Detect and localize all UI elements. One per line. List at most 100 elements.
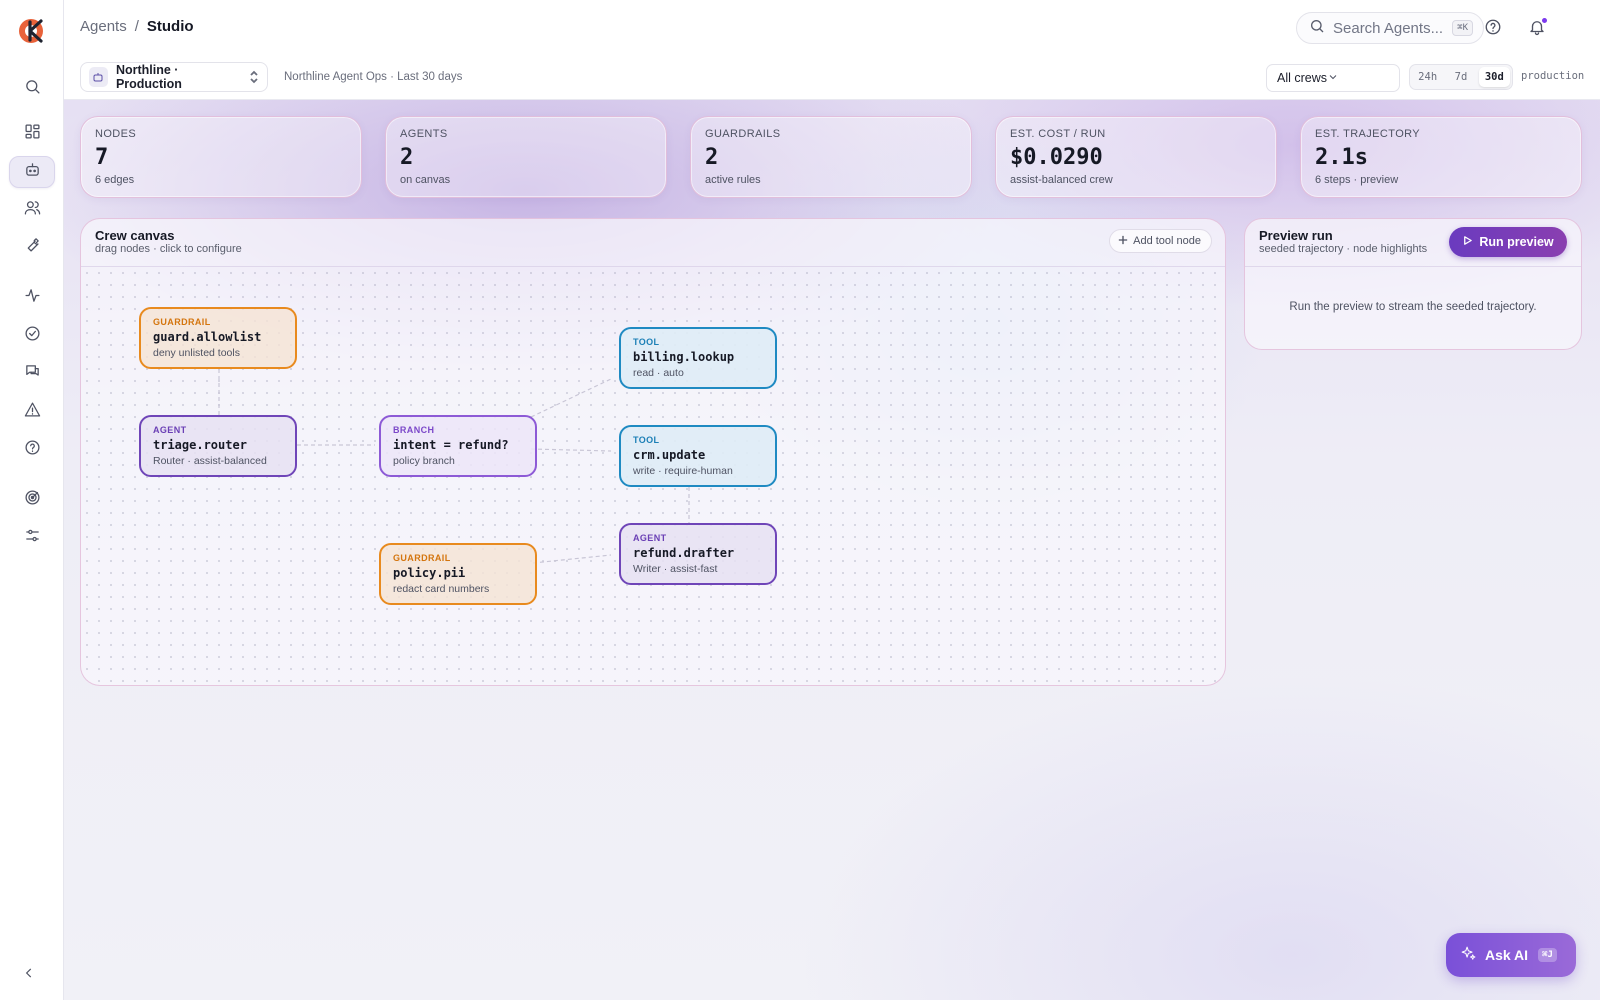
help-button[interactable]: [1484, 18, 1504, 38]
node-kind: GUARDRAIL: [393, 553, 451, 563]
breadcrumb-separator: /: [134, 18, 139, 35]
notifications-button[interactable]: [1528, 17, 1548, 40]
search-shortcut: ⌘K: [1452, 20, 1473, 36]
stat-sub: 6 edges: [95, 174, 135, 186]
node-desc: read · auto: [633, 367, 684, 379]
add-tool-node-label: Add tool node: [1133, 235, 1201, 247]
help-circle-icon: [24, 439, 41, 461]
node-triage-router[interactable]: AGENT triage.router Router · assist-bala…: [139, 415, 297, 477]
node-billing-lookup[interactable]: TOOL billing.lookup read · auto: [619, 327, 777, 389]
stat-value: $0.0290: [1010, 145, 1103, 170]
stat-label: EST. TRAJECTORY: [1315, 128, 1421, 140]
dashboard-icon: [24, 123, 41, 145]
stat-card-nodes: NODES 7 6 edges: [80, 116, 362, 198]
workspace-bar: Northline · Production Northline Agent O…: [64, 56, 1600, 100]
wrench-icon: [24, 236, 41, 258]
stat-sub: assist-balanced crew: [1010, 174, 1113, 186]
node-crm-update[interactable]: TOOL crm.update write · require-human: [619, 425, 777, 487]
stat-label: AGENTS: [400, 128, 448, 140]
nav-agents[interactable]: [9, 156, 55, 188]
check-circle-icon: [24, 325, 41, 347]
nav-search[interactable]: [9, 73, 55, 105]
stat-card-agents: AGENTS 2 on canvas: [385, 116, 667, 198]
nav-incidents[interactable]: [9, 396, 55, 428]
ask-ai-shortcut: ⌘J: [1538, 948, 1557, 962]
users-icon: [24, 199, 41, 221]
canvas-grid[interactable]: GUARDRAIL guard.allowlist deny unlisted …: [81, 267, 1225, 685]
run-preview-label: Run preview: [1479, 235, 1554, 249]
sliders-icon: [24, 527, 41, 549]
range-24h-button[interactable]: 24h: [1412, 67, 1443, 87]
chat-icon: [24, 363, 41, 385]
crew-select[interactable]: All crews: [1266, 64, 1400, 92]
search-icon: [1309, 18, 1325, 38]
node-intent-refund[interactable]: BRANCH intent = refund? policy branch: [379, 415, 537, 477]
edge-pii-refund: [532, 554, 612, 564]
run-preview-button[interactable]: Run preview: [1449, 227, 1567, 257]
nav-conversations[interactable]: [9, 358, 55, 390]
edge-branch-billing: [530, 378, 612, 418]
workspace-switcher[interactable]: Northline · Production: [80, 62, 268, 92]
help-circle-icon: [1484, 19, 1502, 40]
target-icon: [24, 489, 41, 511]
preview-empty-state: Run the preview to stream the seeded tra…: [1289, 301, 1537, 313]
range-30d-button[interactable]: 30d: [1478, 67, 1510, 87]
stat-value: 2: [400, 145, 414, 170]
stat-label: GUARDRAILS: [705, 128, 781, 140]
notification-dot: [1541, 17, 1548, 24]
bell-icon: [1528, 21, 1546, 40]
node-name: intent = refund?: [393, 438, 509, 452]
range-7d-button[interactable]: 7d: [1445, 67, 1476, 87]
bot-icon: [89, 67, 108, 87]
chevron-up-down-icon: [249, 70, 259, 84]
search-input[interactable]: Search Agents... ⌘K: [1296, 12, 1484, 44]
node-kind: BRANCH: [393, 425, 435, 435]
crew-select-value: All crews: [1277, 71, 1328, 85]
nav-evals[interactable]: [9, 320, 55, 352]
stat-value: 7: [95, 145, 109, 170]
stat-card-trajectory: EST. TRAJECTORY 2.1s 6 steps · preview: [1300, 116, 1582, 198]
nav-users[interactable]: [9, 194, 55, 226]
nav-tools[interactable]: [9, 231, 55, 263]
stat-card-cost: EST. COST / RUN $0.0290 assist-balanced …: [995, 116, 1277, 198]
nav-settings[interactable]: [9, 522, 55, 554]
stat-sub: on canvas: [400, 174, 451, 186]
nav-targets[interactable]: [9, 484, 55, 516]
node-refund-drafter[interactable]: AGENT refund.drafter Writer · assist-fas…: [619, 523, 777, 585]
node-desc: write · require-human: [633, 465, 733, 477]
search-icon: [24, 78, 41, 100]
activity-icon: [24, 287, 41, 309]
breadcrumb-parent[interactable]: Agents: [80, 18, 127, 35]
node-name: crm.update: [633, 448, 706, 462]
nav-dashboard[interactable]: [9, 118, 55, 150]
nav-activity[interactable]: [9, 282, 55, 314]
stat-label: EST. COST / RUN: [1010, 128, 1106, 140]
node-desc: Writer · assist-fast: [633, 563, 718, 575]
chevron-down-icon: [1327, 71, 1347, 86]
workspace-name: Northline · Production: [115, 63, 182, 91]
sidebar: [0, 0, 64, 1000]
preview-run-card: Preview run seeded trajectory · node hig…: [1244, 218, 1582, 350]
node-policy-pii[interactable]: GUARDRAIL policy.pii redact card numbers: [379, 543, 537, 605]
add-tool-node-button[interactable]: Add tool node: [1109, 229, 1212, 253]
bot-icon: [24, 161, 41, 183]
stat-sub: 6 steps · preview: [1315, 174, 1399, 186]
node-name: refund.drafter: [633, 546, 735, 560]
time-range-toggle: 24h 7d 30d: [1409, 64, 1513, 90]
collapse-sidebar-button[interactable]: [22, 966, 42, 986]
crew-canvas-header: Crew canvas drag nodes · click to config…: [81, 219, 1225, 267]
sparkles-icon: [1460, 945, 1477, 965]
node-desc: Router · assist-balanced: [153, 455, 267, 467]
preview-run-title: Preview run: [1259, 228, 1333, 243]
crew-canvas-card: Crew canvas drag nodes · click to config…: [80, 218, 1226, 686]
app-logo[interactable]: [17, 17, 45, 45]
node-kind: GUARDRAIL: [153, 317, 211, 327]
ask-ai-button[interactable]: Ask AI ⌘J: [1446, 933, 1576, 977]
node-guard-allowlist[interactable]: GUARDRAIL guard.allowlist deny unlisted …: [139, 307, 297, 369]
node-name: triage.router: [153, 438, 247, 452]
preview-run-subtitle: seeded trajectory · node highlights: [1259, 243, 1428, 255]
plus-icon: [1118, 235, 1128, 248]
nav-help[interactable]: [9, 434, 55, 466]
environment-label: production: [1521, 70, 1585, 82]
ask-ai-label: Ask AI: [1485, 947, 1529, 963]
